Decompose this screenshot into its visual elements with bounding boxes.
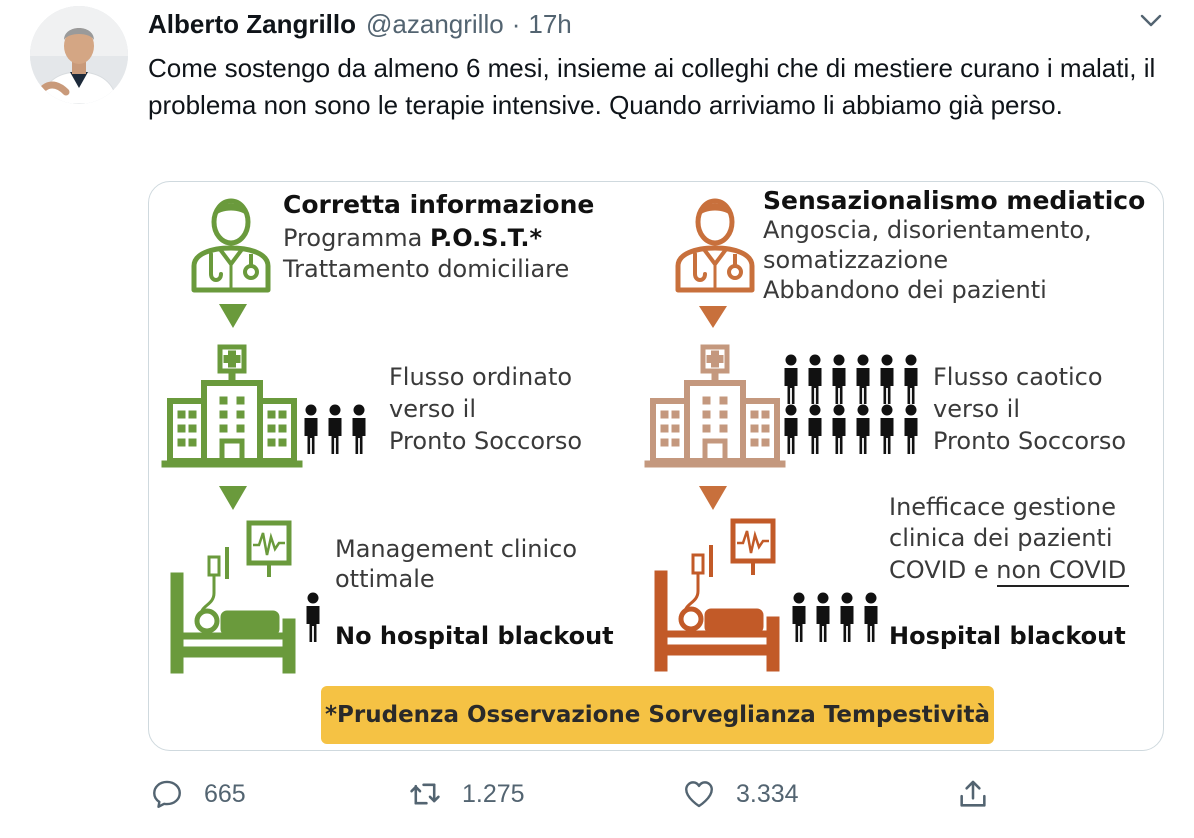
footnote-banner: *Prudenza Osservazione Sorveglianza Temp… <box>321 686 994 744</box>
tweet-action-bar: 665 1.275 3.334 <box>0 772 1194 816</box>
right-flow-line1: Flusso caotico <box>933 363 1103 391</box>
like-count: 3.334 <box>736 779 799 808</box>
like-icon <box>685 781 713 808</box>
right-flow-line2: verso il <box>933 395 1020 423</box>
retweet-button[interactable]: 1.275 <box>408 772 525 816</box>
reply-icon <box>153 780 181 808</box>
author-name[interactable]: Alberto Zangrillo <box>148 9 356 40</box>
right-mgmt-line3: COVID e non COVID <box>889 555 1126 586</box>
left-line2: Trattamento domiciliare <box>283 255 570 283</box>
like-button[interactable]: 3.334 <box>682 772 799 816</box>
avatar-image <box>30 6 128 104</box>
right-flow-line3: Pronto Soccorso <box>933 427 1127 455</box>
tweet-text: Come sostengo da almeno 6 mesi, insieme … <box>148 53 1156 120</box>
right-mgmt-line3-underlined: non COVID <box>996 556 1127 584</box>
share-button[interactable] <box>956 772 990 816</box>
chevron-down-icon <box>1140 14 1162 27</box>
right-mgmt-line1: Inefficace gestione <box>889 493 1116 521</box>
more-options-button[interactable] <box>1138 8 1164 34</box>
left-line1: Programma P.O.S.T.* <box>283 223 542 254</box>
author-handle[interactable]: @azangrillo <box>366 9 504 40</box>
right-line2: somatizzazione <box>763 246 949 274</box>
left-flow-line3: Pronto Soccorso <box>389 427 583 455</box>
right-line3: Abbandono dei pazienti <box>763 276 1047 304</box>
left-mgmt-line1: Management clinico <box>335 535 578 563</box>
left-flow-line2: verso il <box>389 395 476 423</box>
right-line1: Angoscia, disorientamento, <box>763 216 1092 244</box>
left-result: No hospital blackout <box>335 622 614 650</box>
tweet-timestamp[interactable]: 17h <box>528 9 571 40</box>
tweet-header: Alberto Zangrillo @azangrillo · 17h <box>148 4 572 44</box>
author-avatar[interactable] <box>30 6 128 104</box>
retweet-count: 1.275 <box>462 779 525 808</box>
left-mgmt-line2: ottimale <box>335 565 435 593</box>
reply-button[interactable]: 665 <box>150 772 246 816</box>
left-title: Corretta informazione <box>283 190 595 219</box>
tweet-media-card[interactable]: Corretta informazione Programma P.O.S.T.… <box>148 181 1164 751</box>
left-line1-prefix: Programma <box>283 224 430 252</box>
right-result: Hospital blackout <box>889 622 1126 650</box>
right-title: Sensazionalismo mediatico <box>763 186 1146 215</box>
left-flow-line1: Flusso ordinato <box>389 363 573 391</box>
header-separator: · <box>511 8 521 39</box>
reply-count: 665 <box>204 779 246 808</box>
left-line1-bold: P.O.S.T.* <box>429 224 543 252</box>
right-mgmt-line2: clinica dei pazienti <box>889 524 1113 552</box>
right-mgmt-line3-prefix: COVID e <box>889 556 997 584</box>
share-icon <box>960 780 986 807</box>
retweet-icon <box>410 783 440 805</box>
